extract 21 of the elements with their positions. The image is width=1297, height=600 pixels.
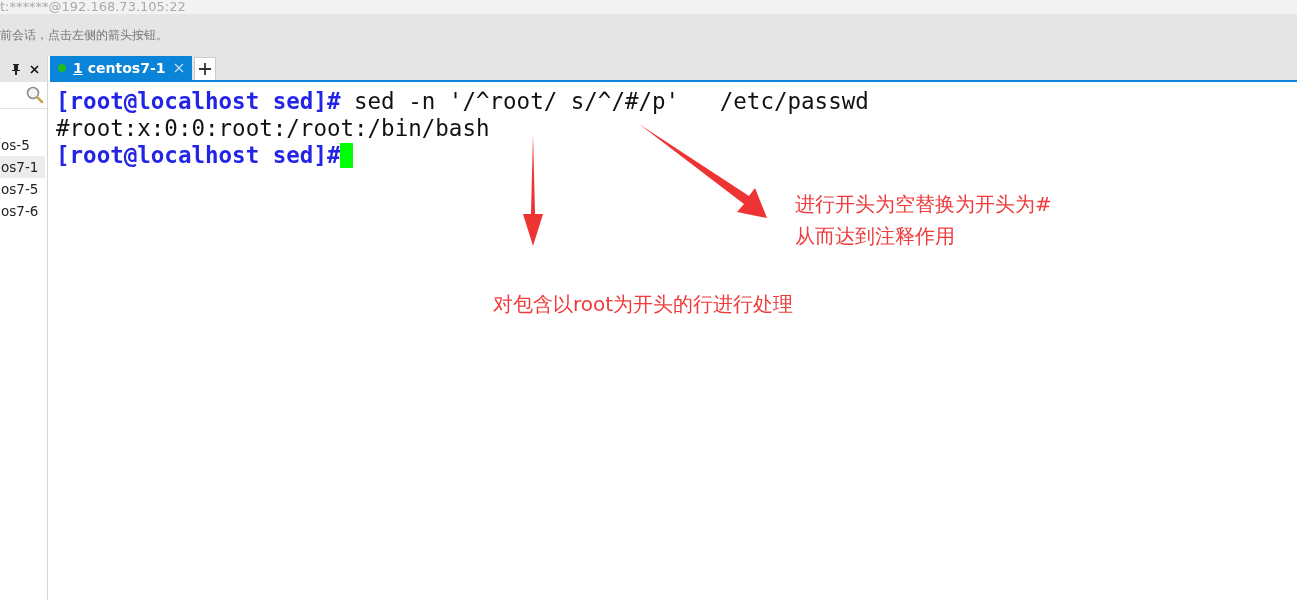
close-icon[interactable] <box>30 64 39 74</box>
session-item[interactable]: os7-6 <box>0 200 45 222</box>
session-item[interactable]: os-5 <box>0 134 45 156</box>
shell-prompt: [root@localhost sed]# <box>56 142 341 168</box>
info-message: 前会话，点击左侧的箭头按钮。 <box>0 26 168 44</box>
session-item[interactable]: os7-1 <box>0 156 45 178</box>
tab-number: 1 <box>73 60 83 76</box>
shell-prompt: [root@localhost sed]# <box>56 88 341 114</box>
new-tab-button[interactable] <box>194 57 216 80</box>
search-icon <box>26 86 44 104</box>
session-address: t:******@192.168.73.105:22 <box>0 0 186 14</box>
plus-icon <box>199 63 211 75</box>
tab-label: centos7-1 <box>87 60 166 76</box>
output-text: #root:x:0:0:root:/root:/bin/bash <box>56 115 490 141</box>
command-text: sed -n '/^root/ s/^/#/p' /etc/passwd <box>353 88 869 114</box>
annotation-text: 进行开头为空替换为开头为# <box>795 191 1052 218</box>
session-tab[interactable]: 1 centos7-1 <box>50 56 192 80</box>
annotation-text: 从而达到注释作用 <box>795 223 956 250</box>
annotation-text: 对包含以root为开头的行进行处理 <box>493 291 794 318</box>
pin-icon[interactable] <box>11 63 21 75</box>
session-item[interactable]: os7-5 <box>0 178 45 200</box>
